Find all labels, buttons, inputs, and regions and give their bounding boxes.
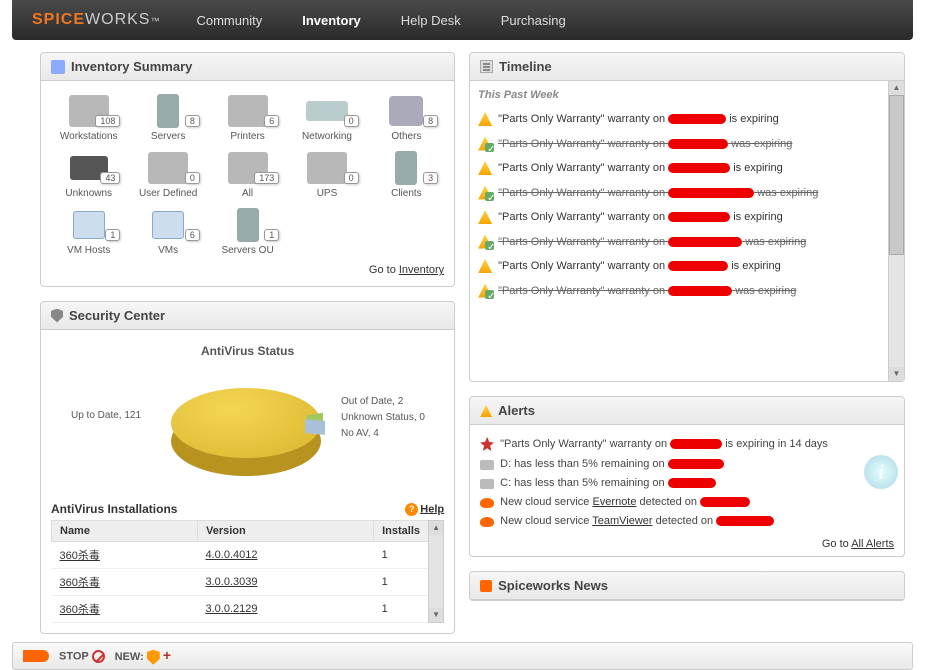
nav-community[interactable]: Community	[190, 1, 268, 40]
timeline-item[interactable]: "Parts Only Warranty" warranty on was ex…	[474, 230, 900, 255]
table-row[interactable]: 360杀毒3.0.0.21291	[52, 596, 444, 623]
bottom-bar: STOP NEW: +	[12, 642, 913, 670]
cloud-icon	[480, 498, 494, 508]
inv-serversou[interactable]: 1Servers OU	[210, 205, 285, 256]
av-scrollbar[interactable]: ▲▼	[428, 520, 444, 623]
stop-label: STOP	[59, 650, 105, 663]
label-uptodate: Up to Date, 121	[71, 410, 141, 421]
warning-icon	[478, 112, 492, 126]
inv-all[interactable]: 173All	[210, 148, 285, 199]
timeline-header: Timeline	[470, 53, 904, 81]
table-row[interactable]: 360杀毒4.0.0.40121	[52, 542, 444, 569]
warning-icon	[478, 210, 492, 224]
inventory-summary-header: Inventory Summary	[41, 53, 454, 81]
inv-others[interactable]: 8Others	[369, 91, 444, 142]
av-install-table: Name Version Installs 360杀毒4.0.0.40121 3…	[51, 520, 444, 623]
new-label: NEW: +	[115, 647, 171, 665]
label-outofdate: Out of Date, 2	[341, 396, 403, 407]
timeline-item[interactable]: "Parts Only Warranty" warranty on is exp…	[474, 107, 900, 132]
inv-workstations[interactable]: 108Workstations	[51, 91, 126, 142]
inv-ups[interactable]: 0UPS	[289, 148, 364, 199]
goto-alerts: Go to All Alerts	[480, 538, 894, 550]
warning-icon	[478, 259, 492, 273]
warning-check-icon	[478, 185, 492, 199]
timeline-item[interactable]: "Parts Only Warranty" warranty on was ex…	[474, 132, 900, 157]
nav-inventory[interactable]: Inventory	[296, 1, 367, 40]
goto-inventory-link[interactable]: Inventory	[399, 264, 444, 276]
inv-vms[interactable]: 6VMs	[130, 205, 205, 256]
inv-unknowns[interactable]: 43Unknowns	[51, 148, 126, 199]
timeline-item[interactable]: "Parts Only Warranty" warranty on is exp…	[474, 254, 900, 279]
timeline-section: This Past Week	[474, 87, 900, 107]
label-noav: No AV, 4	[341, 428, 379, 439]
info-icon[interactable]: i	[864, 455, 898, 489]
label-unknown: Unknown Status, 0	[341, 412, 425, 423]
timeline-icon	[480, 60, 493, 73]
logo: SPICEWORKS™	[32, 11, 160, 29]
shield-icon	[51, 309, 63, 323]
inventory-icon	[51, 60, 65, 74]
inv-userdefined[interactable]: 0User Defined	[130, 148, 205, 199]
goto-alerts-link[interactable]: All Alerts	[851, 538, 894, 550]
swoosh-icon	[23, 650, 49, 662]
help-link[interactable]: ?Help	[405, 503, 444, 516]
security-center-header: Security Center	[41, 302, 454, 330]
warning-check-icon	[478, 234, 492, 248]
alerts-header: Alerts	[470, 397, 904, 425]
disk-icon	[480, 479, 494, 489]
shield-new-icon[interactable]	[147, 650, 160, 665]
inv-servers[interactable]: 8Servers	[130, 91, 205, 142]
news-header: Spiceworks News	[470, 572, 904, 600]
timeline-item[interactable]: "Parts Only Warranty" warranty on is exp…	[474, 156, 900, 181]
stop-icon[interactable]	[92, 650, 105, 663]
nav-helpdesk[interactable]: Help Desk	[395, 1, 467, 40]
top-nav: SPICEWORKS™ Community Inventory Help Des…	[12, 0, 913, 40]
disk-icon	[480, 460, 494, 470]
alert-item[interactable]: New cloud service Evernote detected on	[480, 492, 894, 511]
cloud-icon	[480, 517, 494, 527]
goto-inventory: Go to Inventory	[51, 264, 444, 276]
chart-title: AntiVirus Status	[51, 344, 444, 358]
timeline-item[interactable]: "Parts Only Warranty" warranty on is exp…	[474, 205, 900, 230]
timeline-item[interactable]: "Parts Only Warranty" warranty on was ex…	[474, 181, 900, 206]
timeline-scrollbar[interactable]: ▲▼	[888, 81, 904, 381]
inv-vmhosts[interactable]: 1VM Hosts	[51, 205, 126, 256]
nav-purchasing[interactable]: Purchasing	[495, 1, 572, 40]
plus-icon[interactable]: +	[163, 647, 171, 663]
inv-networking[interactable]: 0Networking	[289, 91, 364, 142]
av-installs-title: AntiVirus Installations	[51, 502, 177, 516]
warning-icon	[478, 161, 492, 175]
antivirus-pie-chart: Up to Date, 121 Out of Date, 2 Unknown S…	[51, 368, 444, 498]
security-center-panel: Security Center AntiVirus Status Up to D…	[40, 301, 455, 634]
alert-icon	[480, 405, 492, 417]
news-panel: Spiceworks News	[469, 571, 905, 601]
inv-clients[interactable]: 3Clients	[369, 148, 444, 199]
col-name[interactable]: Name	[52, 521, 198, 542]
alert-item[interactable]: C: has less than 5% remaining on	[480, 473, 894, 492]
timeline-panel: Timeline This Past Week "Parts Only Warr…	[469, 52, 905, 382]
col-version[interactable]: Version	[197, 521, 373, 542]
inv-printers[interactable]: 6Printers	[210, 91, 285, 142]
warning-check-icon	[478, 136, 492, 150]
table-row[interactable]: 360杀毒3.0.0.30391	[52, 569, 444, 596]
nav-items: Community Inventory Help Desk Purchasing	[190, 1, 571, 40]
timeline-item[interactable]: "Parts Only Warranty" warranty on was ex…	[474, 279, 900, 304]
feed-icon	[480, 580, 492, 592]
ribbon-icon	[480, 437, 494, 451]
alerts-panel: Alerts i "Parts Only Warranty" warranty …	[469, 396, 905, 557]
alert-item[interactable]: D: has less than 5% remaining on	[480, 454, 894, 473]
alert-item[interactable]: New cloud service TeamViewer detected on	[480, 511, 894, 530]
warning-check-icon	[478, 283, 492, 297]
alert-item[interactable]: "Parts Only Warranty" warranty on is exp…	[480, 433, 894, 454]
inventory-summary-panel: Inventory Summary 108Workstations 8Serve…	[40, 52, 455, 287]
